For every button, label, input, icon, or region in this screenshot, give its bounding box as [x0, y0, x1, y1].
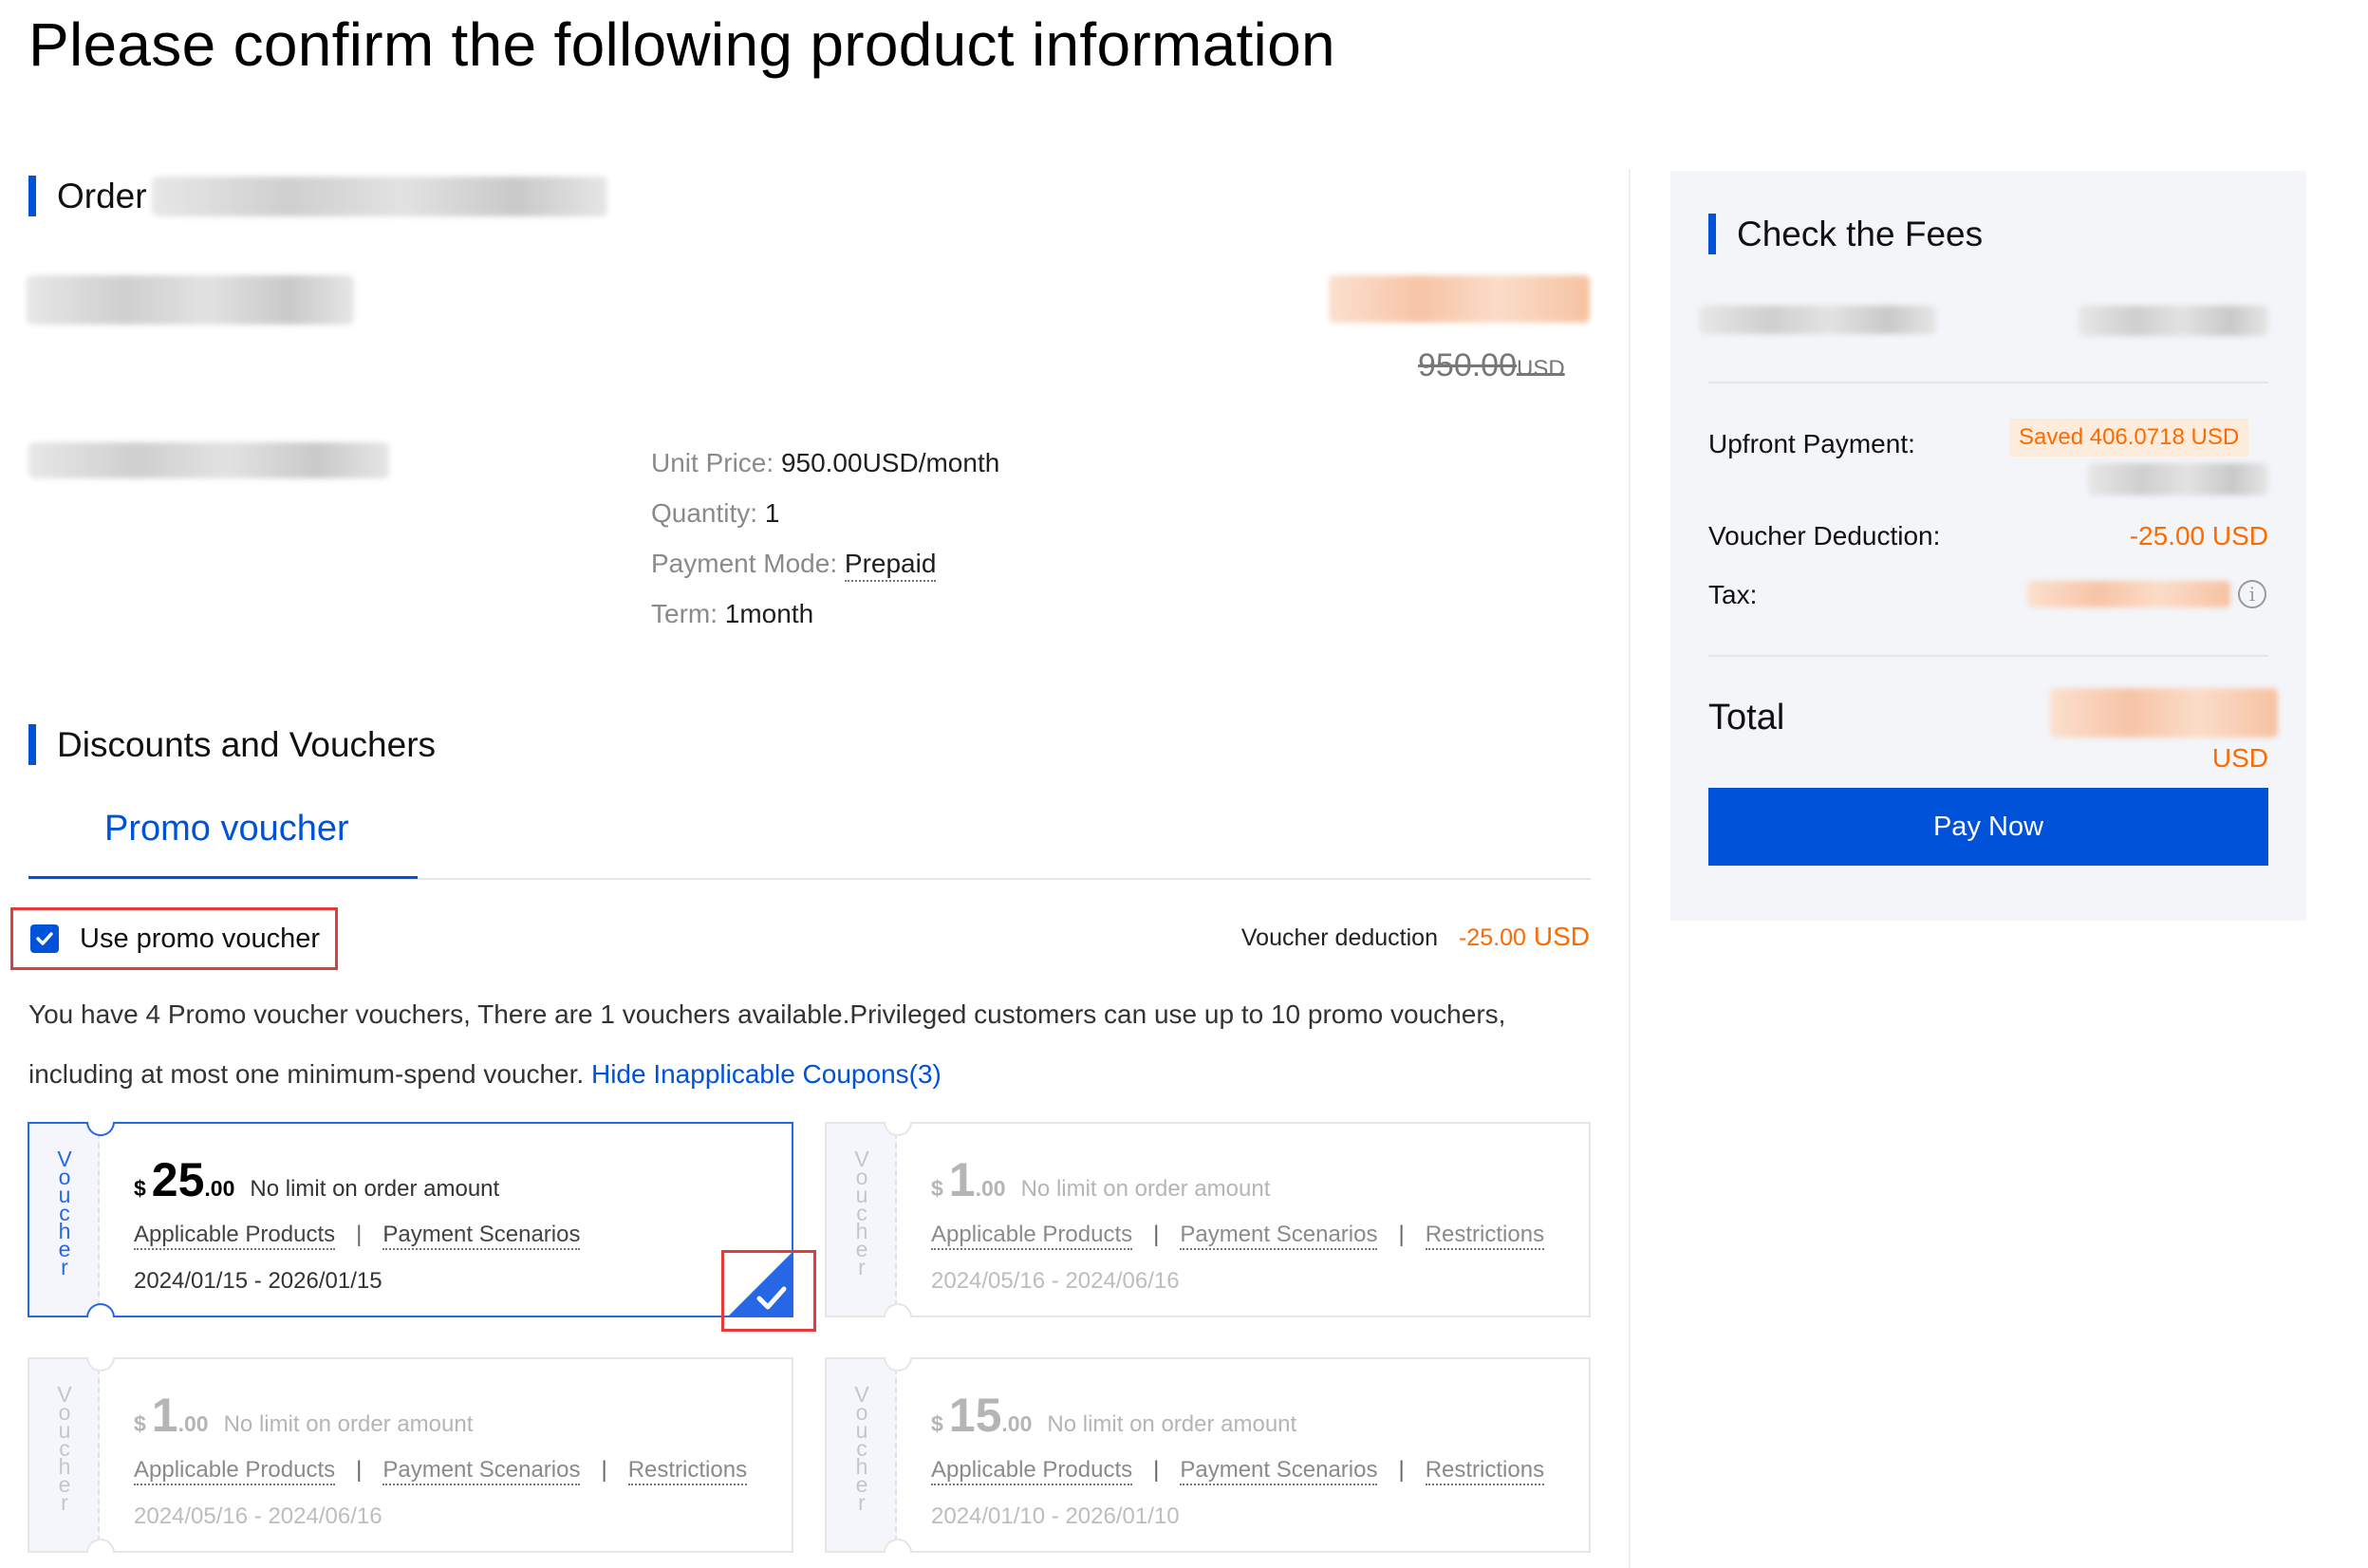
voucher-amount: $1.00 No limit on order amount — [134, 1389, 474, 1442]
voucher-strip-label: Voucher — [57, 1147, 72, 1279]
check-fees-panel: Check the Fees Upfront Payment: Saved 40… — [1670, 171, 2306, 921]
unit-price-row: Unit Price: 950.00USD/month — [651, 448, 1000, 477]
redacted-upfront-amount — [2088, 463, 2268, 495]
voucher-strip-label: Voucher — [854, 1147, 869, 1279]
total-label: Total — [1708, 698, 1785, 737]
redacted-product-name — [27, 275, 354, 325]
redacted-total-amount — [2050, 688, 2278, 737]
voucher-card-1-b: Voucher $1.00 No limit on order amount Ap… — [28, 1357, 793, 1553]
voucher-amount: $25.00 No limit on order amount — [134, 1153, 500, 1206]
redacted-tax-amount — [2027, 581, 2230, 607]
applicable-products-link[interactable]: Applicable Products — [931, 1222, 1133, 1250]
payment-scenarios-link[interactable]: Payment Scenarios — [382, 1222, 581, 1250]
voucher-description-line1: You have 4 Promo voucher vouchers, There… — [28, 999, 1506, 1029]
discounts-heading: Discounts and Vouchers — [57, 724, 437, 764]
info-icon[interactable]: i — [2238, 580, 2266, 608]
voucher-card-15: Voucher $15.00 No limit on order amount A… — [825, 1357, 1591, 1553]
order-section-header: Order — [28, 176, 147, 216]
restrictions-link[interactable]: Restrictions — [1425, 1222, 1545, 1250]
restrictions-link[interactable]: Restrictions — [1425, 1457, 1545, 1485]
applicable-products-link[interactable]: Applicable Products — [134, 1457, 336, 1485]
redacted-discounted-price — [1329, 275, 1590, 323]
selected-voucher-highlight — [721, 1250, 816, 1332]
voucher-card-25[interactable]: Voucher $25.00 No limit on order amount A… — [28, 1122, 793, 1317]
upfront-payment-label: Upfront Payment: — [1708, 429, 1915, 458]
voucher-deduction-value: -25.00 USD — [2129, 521, 2268, 551]
term-row: Term: 1month — [651, 599, 814, 628]
section-accent-bar — [1708, 214, 1716, 254]
voucher-deduction-label: Voucher Deduction: — [1708, 521, 1941, 551]
voucher-dates: 2024/05/16 - 2024/06/16 — [134, 1503, 382, 1529]
fees-heading: Check the Fees — [1737, 214, 1984, 253]
payment-scenarios-link[interactable]: Payment Scenarios — [1180, 1222, 1378, 1250]
section-accent-bar — [28, 724, 36, 765]
voucher-links: Applicable Products | Payment Scenarios | Re… — [931, 1457, 1545, 1485]
voucher-deduction-summary: Voucher deduction -25.00 USD — [1240, 922, 1590, 951]
quantity-row: Quantity: 1 — [651, 498, 780, 528]
voucher-dates: 2024/01/10 - 2026/01/10 — [931, 1503, 1180, 1529]
voucher-amount: $15.00 No limit on order amount — [931, 1389, 1297, 1442]
voucher-links: Applicable Products | Payment Scenarios | Re… — [134, 1457, 748, 1485]
voucher-dates: 2024/05/16 - 2024/06/16 — [931, 1268, 1180, 1294]
use-promo-voucher-checkbox[interactable]: Use promo voucher — [10, 907, 338, 970]
redacted-product-config — [28, 442, 389, 478]
voucher-strip-label: Voucher — [57, 1382, 72, 1515]
applicable-products-link[interactable]: Applicable Products — [931, 1457, 1133, 1485]
order-heading: Order — [57, 176, 147, 215]
payment-mode-row: Payment Mode: Prepaid — [651, 549, 937, 582]
voucher-links: Applicable Products | Payment Scenarios — [134, 1222, 581, 1250]
discounts-section-header: Discounts and Vouchers — [28, 724, 436, 765]
voucher-amount: $1.00 No limit on order amount — [931, 1153, 1271, 1206]
redacted-order-id — [152, 177, 607, 216]
restrictions-link[interactable]: Restrictions — [627, 1457, 748, 1485]
voucher-links: Applicable Products | Payment Scenarios | Re… — [931, 1222, 1545, 1250]
hide-inapplicable-coupons-link[interactable]: Hide Inapplicable Coupons(3) — [591, 1059, 942, 1089]
pay-now-button[interactable]: Pay Now — [1708, 788, 2268, 866]
use-promo-voucher-label: Use promo voucher — [80, 923, 321, 954]
fees-section-header: Check the Fees — [1708, 214, 1983, 254]
redacted-fee-value — [2079, 306, 2268, 336]
voucher-strip-label: Voucher — [854, 1382, 869, 1515]
voucher-card-1-a: Voucher $1.00 No limit on order amount Ap… — [825, 1122, 1591, 1317]
tab-promo-voucher[interactable]: Promo voucher — [104, 809, 349, 849]
voucher-dates: 2024/01/15 - 2026/01/15 — [134, 1268, 382, 1294]
column-divider — [1629, 169, 1631, 1568]
payment-mode-value[interactable]: Prepaid — [844, 549, 937, 582]
tab-active-indicator — [28, 876, 418, 879]
original-price: 950.00USD — [1418, 347, 1565, 383]
applicable-products-link[interactable]: Applicable Products — [134, 1222, 336, 1250]
tax-label: Tax: — [1708, 580, 1758, 609]
total-currency: USD — [2211, 743, 2268, 773]
section-accent-bar — [28, 176, 36, 216]
redacted-fee-label — [1699, 306, 1936, 334]
saved-badge: Saved 406.0718 USD — [2009, 419, 2249, 457]
payment-scenarios-link[interactable]: Payment Scenarios — [382, 1457, 581, 1485]
voucher-description-line2: including at most one minimum-spend vouc… — [28, 1059, 942, 1089]
page-title: Please confirm the following product inf… — [28, 10, 1335, 79]
checkbox-checked-icon[interactable] — [30, 924, 59, 953]
payment-scenarios-link[interactable]: Payment Scenarios — [1180, 1457, 1378, 1485]
